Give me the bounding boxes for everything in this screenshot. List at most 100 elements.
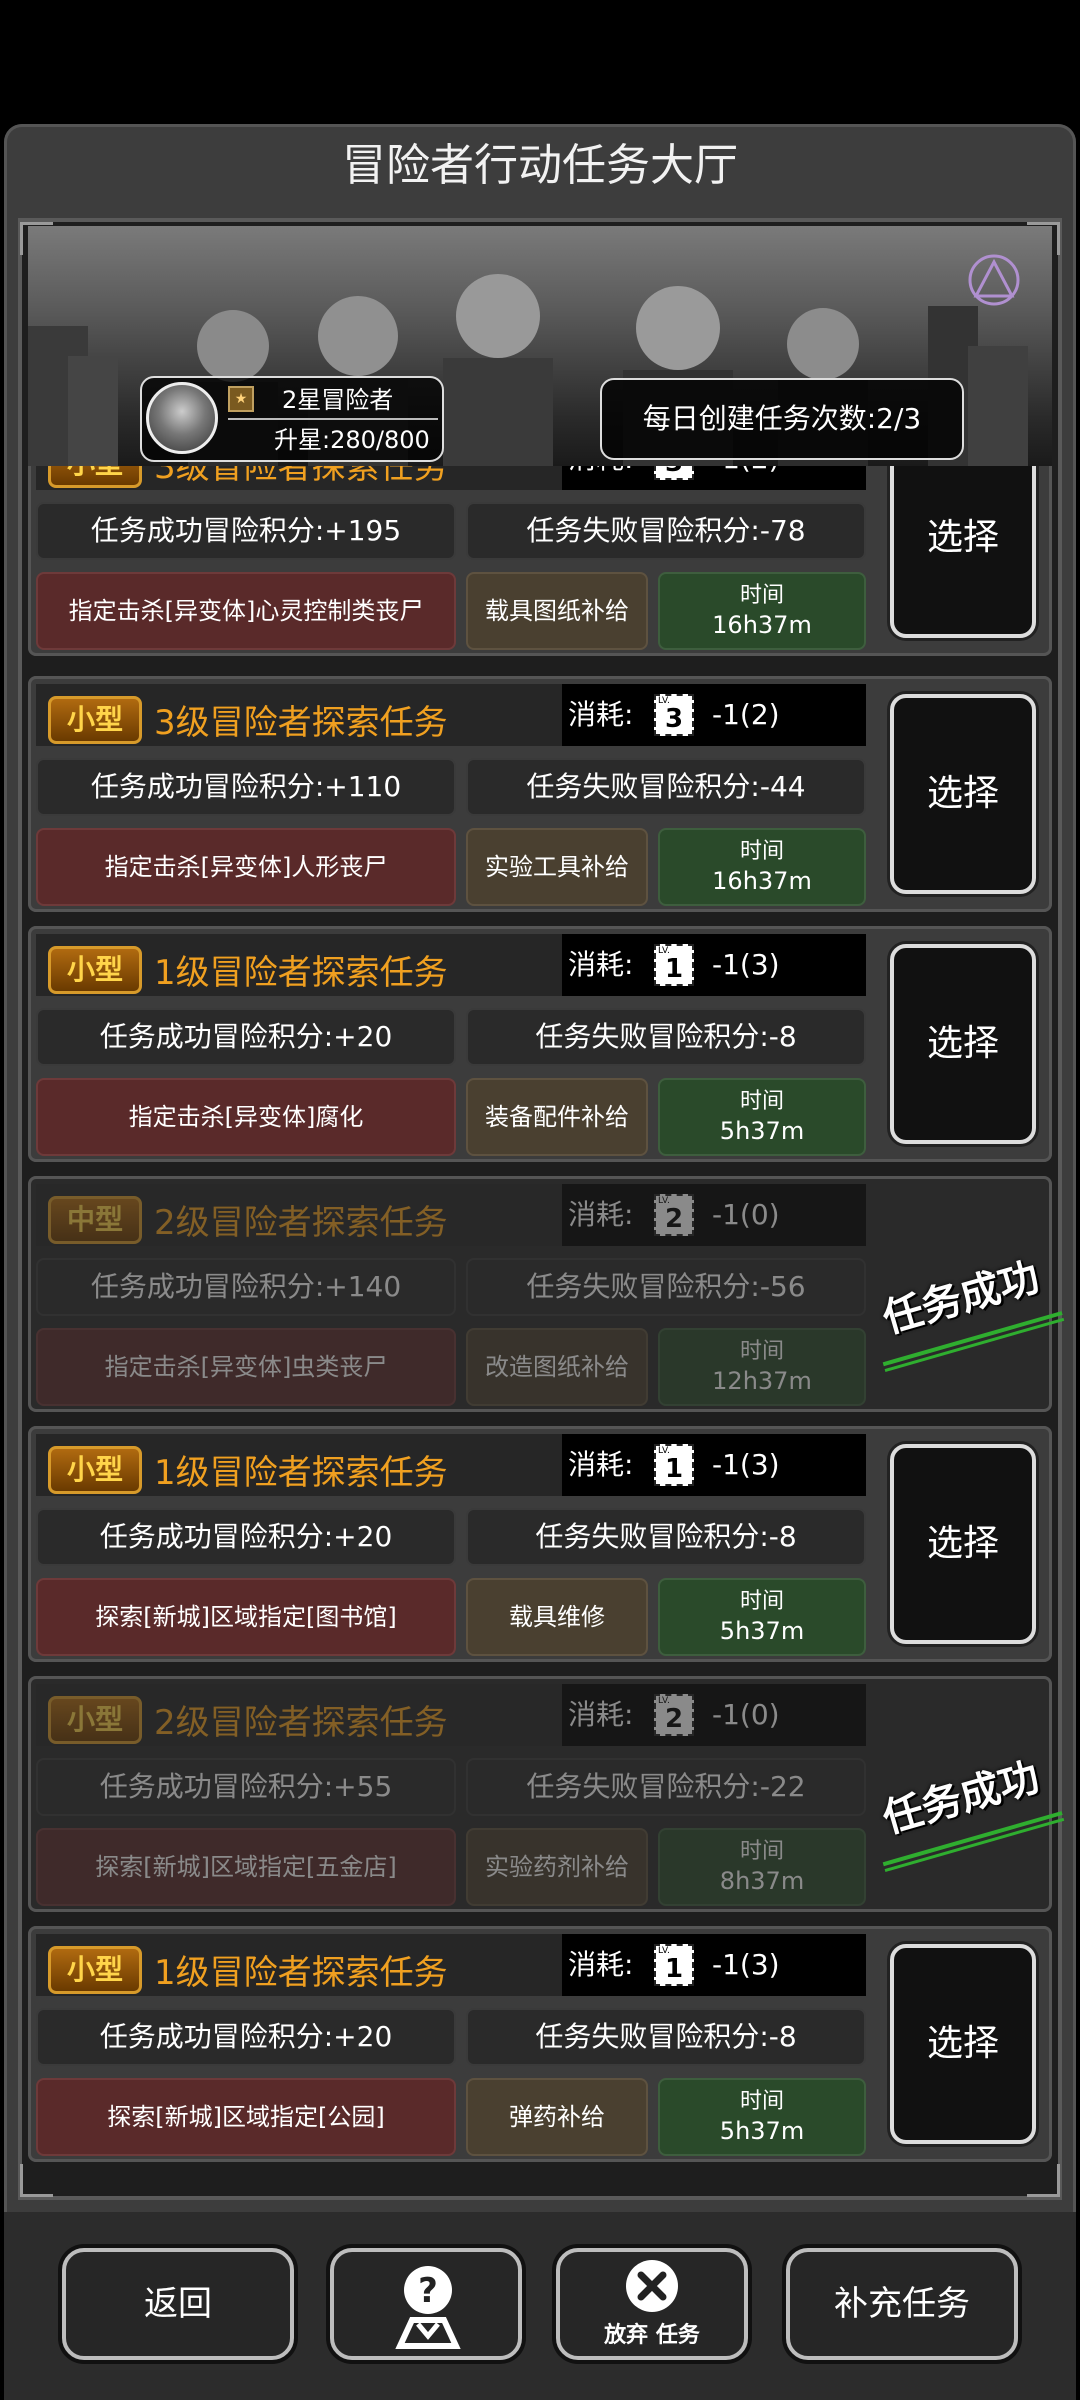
avatar[interactable]	[146, 382, 218, 454]
task-reward: 改造图纸补给	[466, 1328, 648, 1406]
task-cost: 消耗: LV. 1 -1(3)	[562, 934, 866, 996]
task-card[interactable]: 小型 1级冒险者探索任务 消耗: LV. 1 -1(3) 任务成功冒险积分:+20 任务失败冒…	[28, 926, 1052, 1162]
select-button[interactable]: 选择	[890, 1444, 1036, 1644]
fail-points: 任务失败冒险积分:-8	[466, 1008, 866, 1066]
cost-label: 消耗:	[568, 1948, 634, 1981]
task-title: 2级冒险者探索任务	[154, 1703, 448, 1743]
select-button[interactable]: 选择	[890, 1944, 1036, 2144]
task-objective: 探索[新城]区域指定[图书馆]	[36, 1578, 456, 1656]
task-cost: 消耗: LV. 1 -1(3)	[562, 1934, 866, 1996]
task-objective: 指定击杀[异变体]虫类丧尸	[36, 1328, 456, 1406]
size-badge: 小型	[48, 1946, 142, 1994]
task-reward: 实验药剂补给	[466, 1828, 648, 1906]
time-label: 时间	[739, 583, 784, 608]
success-points: 任务成功冒险积分:+20	[36, 2008, 456, 2066]
task-objective: 指定击杀[异变体]人形丧尸	[36, 828, 456, 906]
task-duration: 时间 5h37m	[658, 2078, 866, 2156]
task-objective: 探索[新城]区域指定[公园]	[36, 2078, 456, 2156]
task-cost: 消耗: LV. 2 -1(0)	[562, 1184, 866, 1246]
svg-text:?: ?	[418, 2271, 438, 2311]
task-card[interactable]: 中型 2级冒险者探索任务 消耗: LV. 2 -1(0) 任务成功冒险积分:+140 任务失败…	[28, 1176, 1063, 1412]
time-label: 时间	[739, 839, 784, 864]
cost-label: 消耗:	[568, 1698, 634, 1731]
task-card[interactable]: 小型 2级冒险者探索任务 消耗: LV. 2 -1(0) 任务成功冒险积分:+55 任务失败冒…	[28, 1676, 1063, 1912]
success-points: 任务成功冒险积分:+55	[36, 1758, 456, 1816]
task-cost: 消耗: LV. 2 -1(0)	[562, 1684, 866, 1746]
task-reward: 装备配件补给	[466, 1078, 648, 1156]
task-duration: 时间 12h37m	[658, 1328, 866, 1406]
time-label: 时间	[739, 2089, 784, 2114]
time-label: 时间	[739, 1339, 784, 1364]
task-reward: 载具图纸补给	[466, 572, 648, 650]
divider	[228, 418, 438, 420]
fail-points: 任务失败冒险积分:-22	[466, 1758, 866, 1816]
fail-points: 任务失败冒险积分:-8	[466, 1508, 866, 1566]
cost-label: 消耗:	[568, 1448, 634, 1481]
select-button[interactable]: 选择	[890, 694, 1036, 894]
cost-value: -1(3)	[712, 1448, 780, 1481]
size-badge: 中型	[48, 1196, 142, 1244]
fail-points: 任务失败冒险积分:-56	[466, 1258, 866, 1316]
cost-label: 消耗:	[568, 1198, 634, 1231]
size-badge: 小型	[48, 696, 142, 744]
select-button[interactable]: 选择	[890, 944, 1036, 1144]
task-reward: 载具维修	[466, 1578, 648, 1656]
level-ticket-icon: LV.3	[654, 694, 694, 736]
cost-value: -1(0)	[712, 1198, 780, 1231]
fail-points: 任务失败冒险积分:-8	[466, 2008, 866, 2066]
abandon-task-button[interactable]: 放弃 任务	[556, 2248, 748, 2360]
cost-label: 消耗:	[568, 698, 634, 731]
task-duration: 时间 16h37m	[658, 572, 866, 650]
task-duration: 时间 16h37m	[658, 828, 866, 906]
time-label: 时间	[739, 1589, 784, 1614]
abandon-label: 放弃 任务	[604, 2323, 700, 2348]
success-points: 任务成功冒险积分:+140	[36, 1258, 456, 1316]
task-duration: 时间 5h37m	[658, 1578, 866, 1656]
fail-points: 任务失败冒险积分:-44	[466, 758, 866, 816]
task-duration: 时间 8h37m	[658, 1828, 866, 1906]
refill-label: 补充任务	[834, 2284, 970, 2324]
help-map-icon: ?	[395, 2266, 461, 2349]
task-reward: 弹药补给	[466, 2078, 648, 2156]
back-button[interactable]: 返回	[62, 2248, 294, 2360]
task-card[interactable]: 小型 1级冒险者探索任务 消耗: LV. 1 -1(3) 任务成功冒险积分:+20 任务失败冒…	[28, 1426, 1052, 1662]
level-ticket-icon: LV. 1	[654, 944, 694, 986]
task-duration: 时间 5h37m	[658, 1078, 866, 1156]
select-button[interactable]: 选择	[890, 438, 1036, 638]
frame-corner	[20, 2164, 53, 2197]
rank-star-icon: ★	[228, 386, 254, 412]
time-value: 5h37m	[719, 2117, 805, 2145]
player-rank-card[interactable]: ★ 2星冒险者 升星:280/800	[140, 376, 444, 462]
help-button[interactable]: ?	[330, 2248, 522, 2360]
time-label: 时间	[739, 1089, 784, 1114]
task-title: 1级冒险者探索任务	[154, 1953, 448, 1993]
daily-create-count: 每日创建任务次数:2/3	[600, 378, 964, 460]
time-value: 5h37m	[719, 1117, 805, 1145]
success-points: 任务成功冒险积分:+20	[36, 1008, 456, 1066]
task-card[interactable]: 小型 3级冒险者探索任务 消耗: LV. 3 -1(2) 任务成功冒险积分:+110 任务失败…	[28, 676, 1052, 912]
refill-tasks-button[interactable]: 补充任务	[786, 2248, 1018, 2360]
success-points: 任务成功冒险积分:+110	[36, 758, 456, 816]
time-value: 12h37m	[712, 1367, 812, 1395]
cost-value: -1(2)	[712, 698, 780, 731]
task-cost: 消耗: LV.3 -1(2)	[562, 684, 866, 746]
time-value: 16h37m	[712, 867, 812, 895]
faction-emblem-icon	[968, 254, 1020, 306]
time-value: 8h37m	[719, 1867, 805, 1895]
level-ticket-icon: LV. 2	[654, 1194, 694, 1236]
size-badge: 小型	[48, 946, 142, 994]
task-title: 1级冒险者探索任务	[154, 953, 448, 993]
size-badge: 小型	[48, 1696, 142, 1744]
task-card[interactable]: 小型 1级冒险者探索任务 消耗: LV. 1 -1(3) 任务成功冒险积分:+20 任务失败冒…	[28, 1926, 1052, 2162]
task-title: 2级冒险者探索任务	[154, 1203, 448, 1243]
success-points: 任务成功冒险积分:+195	[36, 502, 456, 560]
cost-label: 消耗:	[568, 948, 634, 981]
size-badge: 小型	[48, 1446, 142, 1494]
level-ticket-icon: LV. 1	[654, 1444, 694, 1486]
level-ticket-icon: LV. 2	[654, 1694, 694, 1736]
success-points: 任务成功冒险积分:+20	[36, 1508, 456, 1566]
level-ticket-icon: LV. 1	[654, 1944, 694, 1986]
task-cost: 消耗: LV. 1 -1(3)	[562, 1434, 866, 1496]
star-up-progress: 升星:280/800	[274, 426, 430, 454]
task-title: 3级冒险者探索任务	[154, 703, 448, 743]
